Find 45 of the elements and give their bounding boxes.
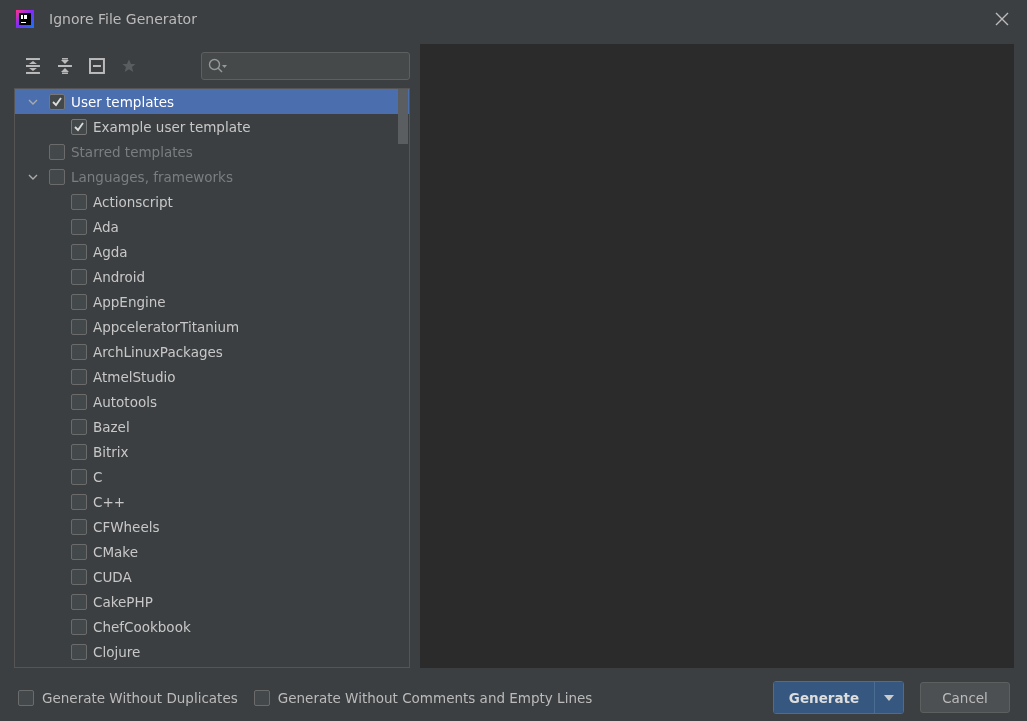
tree-item-label: Languages, frameworks [71,168,233,185]
tree-item-label: Actionscript [93,193,173,210]
cancel-button[interactable]: Cancel [920,682,1010,713]
tree-item-label: Bazel [93,418,130,435]
tree-item-label: Autotools [93,393,157,410]
checkbox[interactable] [18,689,34,706]
search-field[interactable] [200,52,410,80]
expand-all-icon[interactable] [25,58,41,74]
tree-item-label: ChefCookbook [93,618,191,635]
collapse-all-icon[interactable] [56,58,73,74]
tree-item-label: Agda [93,243,128,260]
tree-item-label: Android [93,268,146,285]
tree-item-label: Example user template [93,118,251,135]
tree-row[interactable]: User templates [15,89,409,114]
dropdown-button[interactable] [875,682,903,713]
scrollbar-thumb[interactable] [398,89,408,144]
checkbox[interactable] [71,118,87,135]
window-title: Ignore File Generator [49,11,198,27]
caret-icon [884,694,894,701]
tree-item-label: C++ [93,493,126,510]
star-icon[interactable] [120,58,137,74]
tree-item-label: CUDA [93,568,132,585]
tree-item-label: ArchLinuxPackages [93,343,223,360]
tree-item-label: Ada [93,218,119,235]
tree-item-label: Clojure [93,643,141,660]
option-label: Generate Without Duplicates [42,689,238,706]
tree-item-label: CFWheels [93,518,160,535]
tree-item-label: AppEngine [93,293,166,310]
tree-item-label: AtmelStudio [93,368,176,385]
close-icon[interactable] [995,12,1009,26]
tree-item-label: C [93,468,103,485]
tree-item-label: User templates [71,93,175,110]
collapse-icon[interactable] [88,58,105,74]
tree-item-label: CakePHP [93,593,153,610]
tree-item-label: AppceleratorTitanium [93,318,240,335]
tree-item-label: Bitrix [93,443,129,460]
search-icon [207,58,228,74]
option-label: Generate Without Comments and Empty Lines [277,689,593,706]
checkbox[interactable] [49,93,65,110]
checkbox[interactable] [253,689,270,706]
app-logo-icon [16,10,34,28]
generate-button[interactable]: Generate [774,682,875,713]
tree-item-label: CMake [93,543,138,560]
tree-row[interactable]: Example user template [15,114,409,139]
tree-item-label: Starred templates [71,143,193,160]
